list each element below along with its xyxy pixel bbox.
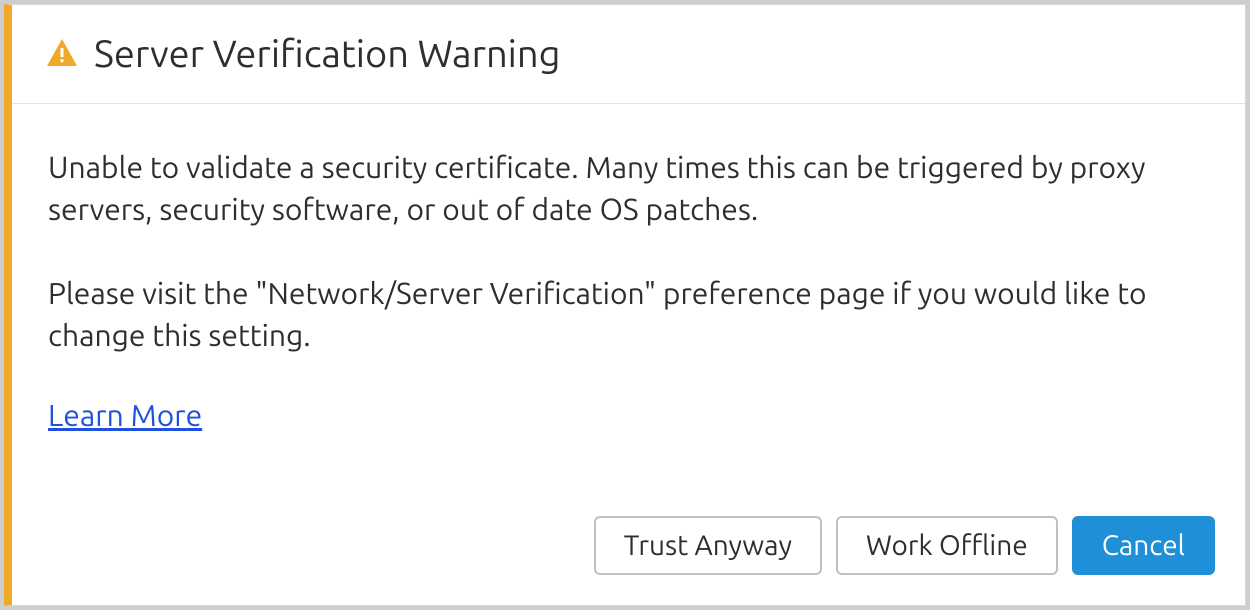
dialog-title: Server Verification Warning (94, 33, 560, 75)
dialog-body: Unable to validate a security certificat… (12, 104, 1245, 496)
cancel-button[interactable]: Cancel (1072, 516, 1215, 575)
dialog-footer: Trust Anyway Work Offline Cancel (12, 496, 1245, 605)
work-offline-button[interactable]: Work Offline (836, 516, 1058, 575)
dialog-header: Server Verification Warning (12, 5, 1245, 104)
dialog-message-paragraph-2: Please visit the "Network/Server Verific… (48, 272, 1209, 356)
learn-more-link[interactable]: Learn More (48, 398, 1209, 432)
trust-anyway-button[interactable]: Trust Anyway (594, 516, 822, 575)
server-verification-warning-dialog: Server Verification Warning Unable to va… (4, 4, 1246, 606)
warning-icon (44, 36, 80, 72)
dialog-message: Unable to validate a security certificat… (48, 146, 1209, 398)
dialog-message-paragraph-1: Unable to validate a security certificat… (48, 146, 1209, 230)
